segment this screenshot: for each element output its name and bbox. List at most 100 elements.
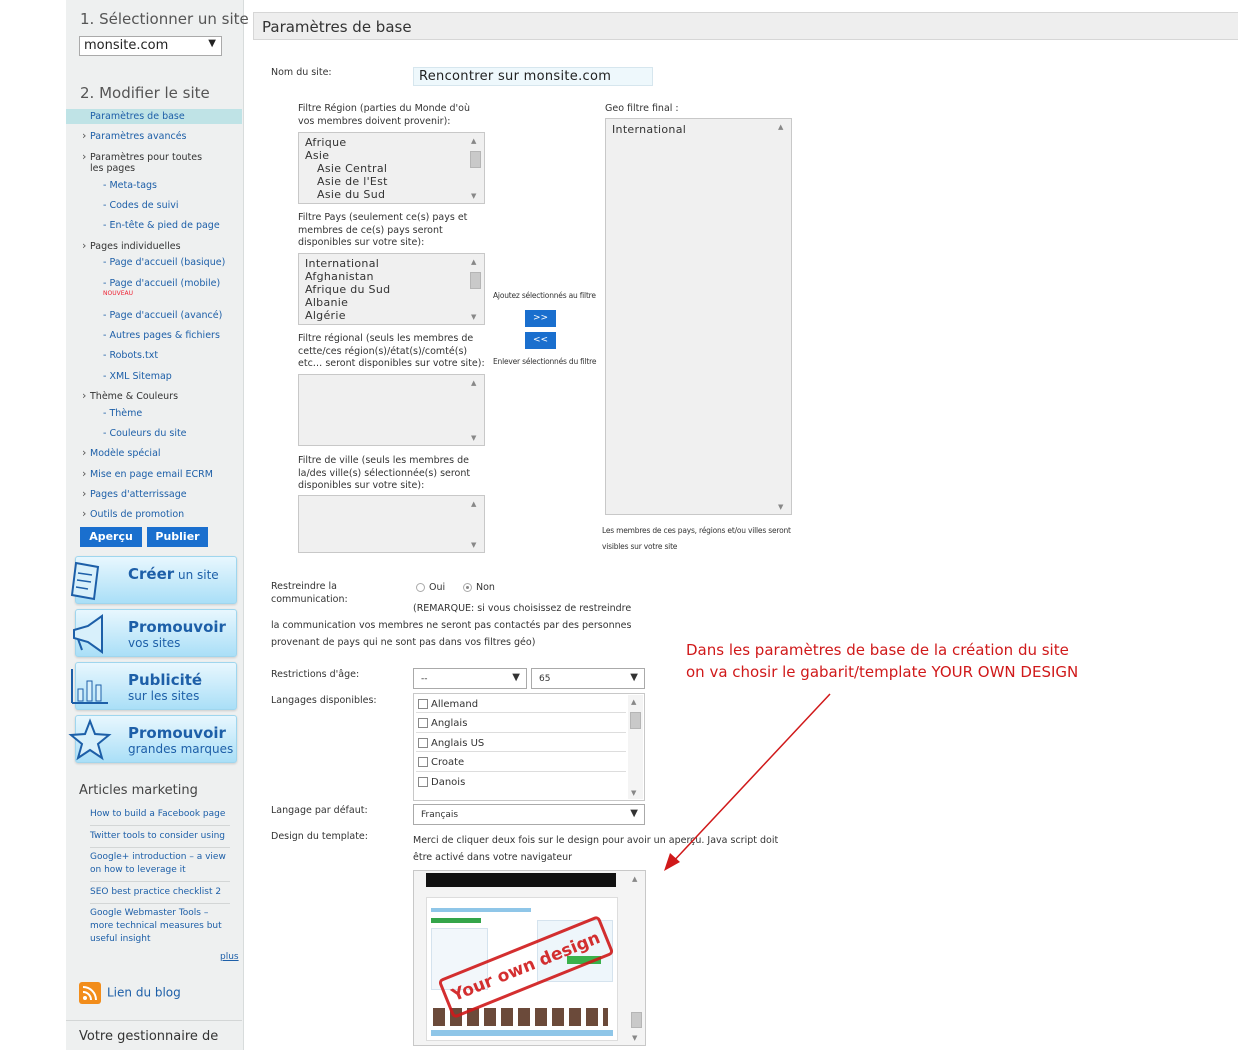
bar-chart-icon: [71, 669, 108, 704]
nav-email-ecrm[interactable]: Mise en page email ECRM: [66, 468, 242, 480]
regional-list[interactable]: ▲ ▼: [298, 374, 485, 446]
scrollbar[interactable]: ▲ ▼: [628, 695, 643, 799]
nav-entete-pied[interactable]: - En-tête & pied de page: [66, 220, 242, 231]
age-min-select[interactable]: -- ▼: [413, 668, 527, 689]
document-icon: [70, 561, 100, 601]
manager-heading: Votre gestionnaire de: [66, 1020, 242, 1044]
list-item[interactable]: Asie du Sud: [317, 188, 385, 201]
restrict-non[interactable]: Non: [463, 582, 495, 595]
blog-link[interactable]: Lien du blog: [79, 982, 181, 1004]
geo-final-list[interactable]: International ▲ ▼: [605, 118, 792, 515]
nav-theme[interactable]: - Thème: [66, 408, 242, 419]
promo-creer-site[interactable]: Créer un site: [70, 556, 237, 604]
article-link[interactable]: Google Webmaster Tools – more technical …: [90, 907, 230, 950]
nav-pages-atterrissage[interactable]: Pages d'atterrissage: [66, 488, 242, 500]
promo-marques-bold: Promouvoir: [128, 724, 226, 742]
restrict-oui[interactable]: Oui: [416, 582, 445, 595]
scrollbar[interactable]: ▲ ▼: [629, 872, 644, 1044]
scrollbar[interactable]: ▲ ▼: [468, 376, 483, 444]
plus-link[interactable]: plus: [220, 952, 239, 962]
promo-creer-bold: Créer: [128, 565, 175, 583]
site-name-input[interactable]: Rencontrer sur monsite.com: [413, 67, 653, 86]
nav-parametres-avances[interactable]: Paramètres avancés: [66, 130, 242, 142]
step2-heading: 2. Modifier le site: [80, 84, 210, 102]
list-item[interactable]: Afghanistan: [305, 270, 374, 283]
nav-autres-pages[interactable]: - Autres pages & fichiers: [66, 330, 242, 341]
annotation-arrow: [664, 693, 831, 871]
nav-couleurs-site[interactable]: - Couleurs du site: [66, 428, 242, 439]
template-picker[interactable]: Your own design ▲ ▼: [413, 870, 646, 1046]
article-link[interactable]: Twitter tools to consider using: [90, 830, 230, 848]
language-checkbox[interactable]: Croate: [418, 757, 464, 768]
radio-oui[interactable]: [416, 583, 425, 592]
default-language-value: Français: [421, 810, 459, 820]
article-link[interactable]: SEO best practice checklist 2: [90, 886, 230, 904]
list-item[interactable]: International: [612, 123, 686, 136]
city-list[interactable]: ▲ ▼: [298, 495, 485, 553]
template-thumbnail[interactable]: Your own design: [426, 897, 618, 1041]
language-checkbox[interactable]: Anglais: [418, 718, 467, 729]
nav-modele-special[interactable]: Modèle spécial: [66, 447, 242, 459]
city-filter-label: Filtre de ville (seuls les membres de la…: [298, 455, 471, 491]
promo-grandes-marques[interactable]: Promouvoir grandes marques: [68, 715, 237, 763]
promo-promouvoir-line2: vos sites: [128, 636, 181, 650]
radio-non[interactable]: [463, 583, 472, 592]
site-name-label: Nom du site:: [271, 67, 332, 78]
nav-parametres-base[interactable]: Paramètres de base: [66, 109, 242, 124]
language-label: Croate: [431, 757, 465, 768]
list-item[interactable]: Asie de l'Est: [317, 175, 388, 188]
article-link[interactable]: How to build a Facebook page: [90, 808, 230, 826]
languages-label: Langages disponibles:: [271, 695, 377, 706]
nav-accueil-basique[interactable]: - Page d'accueil (basique): [66, 257, 242, 268]
nav-outils-promotion[interactable]: Outils de promotion: [66, 508, 242, 520]
list-item[interactable]: Albanie: [305, 296, 348, 309]
list-item[interactable]: Asie Central: [317, 162, 387, 175]
add-to-filter-button[interactable]: >>: [525, 310, 556, 327]
site-selector-value: monsite.com: [84, 38, 169, 53]
scrollbar[interactable]: ▲ ▼: [468, 134, 483, 202]
age-label: Restrictions d'âge:: [271, 669, 360, 680]
promo-promouvoir-sites[interactable]: Promouvoir vos sites: [73, 609, 237, 657]
region-filter-label: Filtre Région (parties du Monde d'où vos…: [298, 103, 470, 127]
annotation-line-1: Dans les paramètres de base de la créati…: [686, 641, 1069, 659]
country-list[interactable]: International Afghanistan Afrique du Sud…: [298, 253, 485, 325]
nav-meta-tags[interactable]: - Meta-tags: [66, 180, 242, 191]
list-item[interactable]: Afrique du Sud: [305, 283, 390, 296]
remove-selected-text: Enlever sélectionnés du filtre: [493, 357, 597, 366]
geo-note: Les membres de ces pays, régions et/ou v…: [602, 526, 791, 551]
language-checkbox[interactable]: Danois: [418, 777, 465, 788]
nav-parametres-toutes-pages[interactable]: Paramètres pour toutes les pages: [66, 151, 216, 174]
region-list[interactable]: Afrique Asie Asie Central Asie de l'Est …: [298, 132, 485, 204]
nav-accueil-mobile[interactable]: - Page d'accueil (mobile): [66, 278, 242, 289]
nav-theme-couleurs[interactable]: Thème & Couleurs: [66, 390, 242, 402]
non-label: Non: [476, 582, 495, 593]
language-checkbox[interactable]: Anglais US: [418, 738, 484, 749]
list-item[interactable]: Algérie: [305, 309, 346, 322]
language-label: Anglais US: [431, 738, 485, 749]
chevron-down-icon: ▼: [208, 38, 216, 49]
default-language-select[interactable]: Français ▼: [413, 804, 645, 825]
promo-promouvoir-bold: Promouvoir: [128, 618, 226, 636]
remove-from-filter-button[interactable]: <<: [525, 332, 556, 349]
list-item[interactable]: International: [305, 257, 379, 270]
nav-pages-individuelles[interactable]: Pages individuelles: [66, 240, 242, 252]
age-max-select[interactable]: 65 ▼: [531, 668, 645, 689]
promo-publicite-sites[interactable]: Publicité sur les sites: [71, 662, 237, 710]
apercu-button[interactable]: Aperçu: [80, 527, 142, 547]
nav-codes-suivi[interactable]: - Codes de suivi: [66, 200, 242, 211]
nav-accueil-avance[interactable]: - Page d'accueil (avancé): [66, 310, 242, 321]
age-min-value: --: [421, 674, 428, 684]
languages-list[interactable]: Allemand Anglais Anglais US Croate Danoi…: [413, 693, 645, 801]
list-item[interactable]: Asie: [305, 149, 329, 162]
language-checkbox[interactable]: Allemand: [418, 699, 478, 710]
scrollbar[interactable]: ▲ ▼: [775, 120, 790, 513]
scrollbar[interactable]: ▲ ▼: [468, 255, 483, 323]
list-item[interactable]: Afrique: [305, 136, 346, 149]
nav-xml-sitemap[interactable]: - XML Sitemap: [66, 371, 242, 382]
site-selector[interactable]: monsite.com ▼: [79, 36, 222, 56]
scrollbar[interactable]: ▲ ▼: [468, 497, 483, 551]
article-link[interactable]: Google+ introduction – a view on how to …: [90, 851, 230, 882]
chevron-down-icon: ▼: [630, 808, 638, 819]
nav-robots[interactable]: - Robots.txt: [66, 350, 242, 361]
publier-button[interactable]: Publier: [147, 527, 208, 547]
